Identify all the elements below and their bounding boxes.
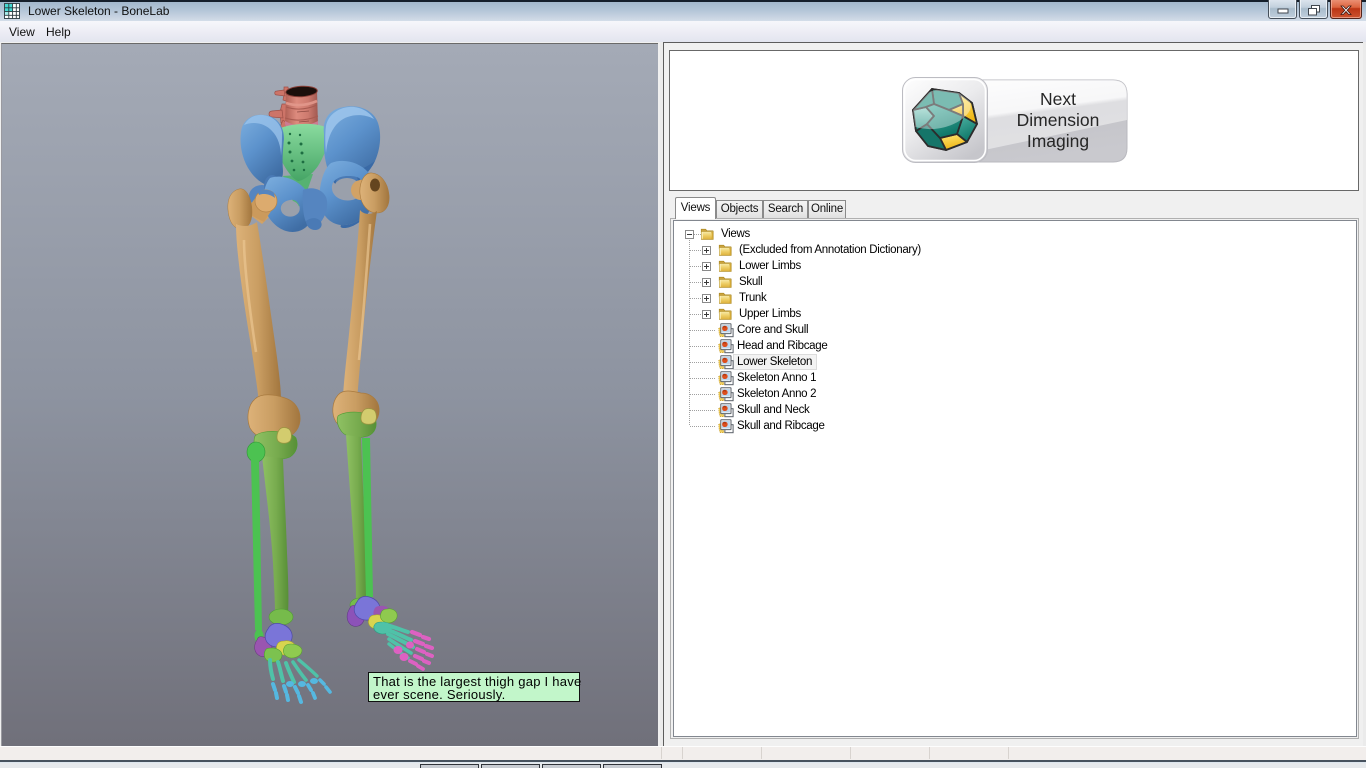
- svg-text:Next: Next: [1040, 89, 1076, 109]
- svg-text:Imaging: Imaging: [1027, 131, 1089, 151]
- svg-text:Dimension: Dimension: [1017, 110, 1100, 130]
